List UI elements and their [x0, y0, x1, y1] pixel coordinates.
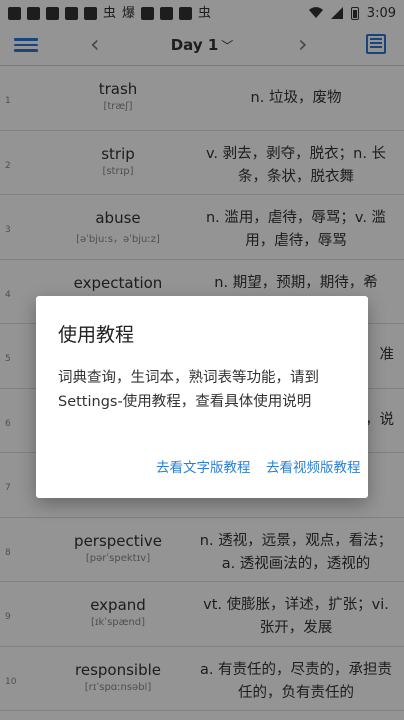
dialog-message: 词典查询，生词本，熟词表等功能，请到Settings-使用教程，查看具体使用说明 [58, 370, 319, 410]
dialog-title: 使用教程 [58, 324, 135, 346]
text-tutorial-button[interactable]: 去看文字版教程 [156, 456, 251, 476]
tutorial-dialog: 使用教程 词典查询，生词本，熟词表等功能，请到Settings-使用教程，查看具… [36, 296, 368, 498]
video-tutorial-button[interactable]: 去看视频版教程 [266, 456, 361, 476]
